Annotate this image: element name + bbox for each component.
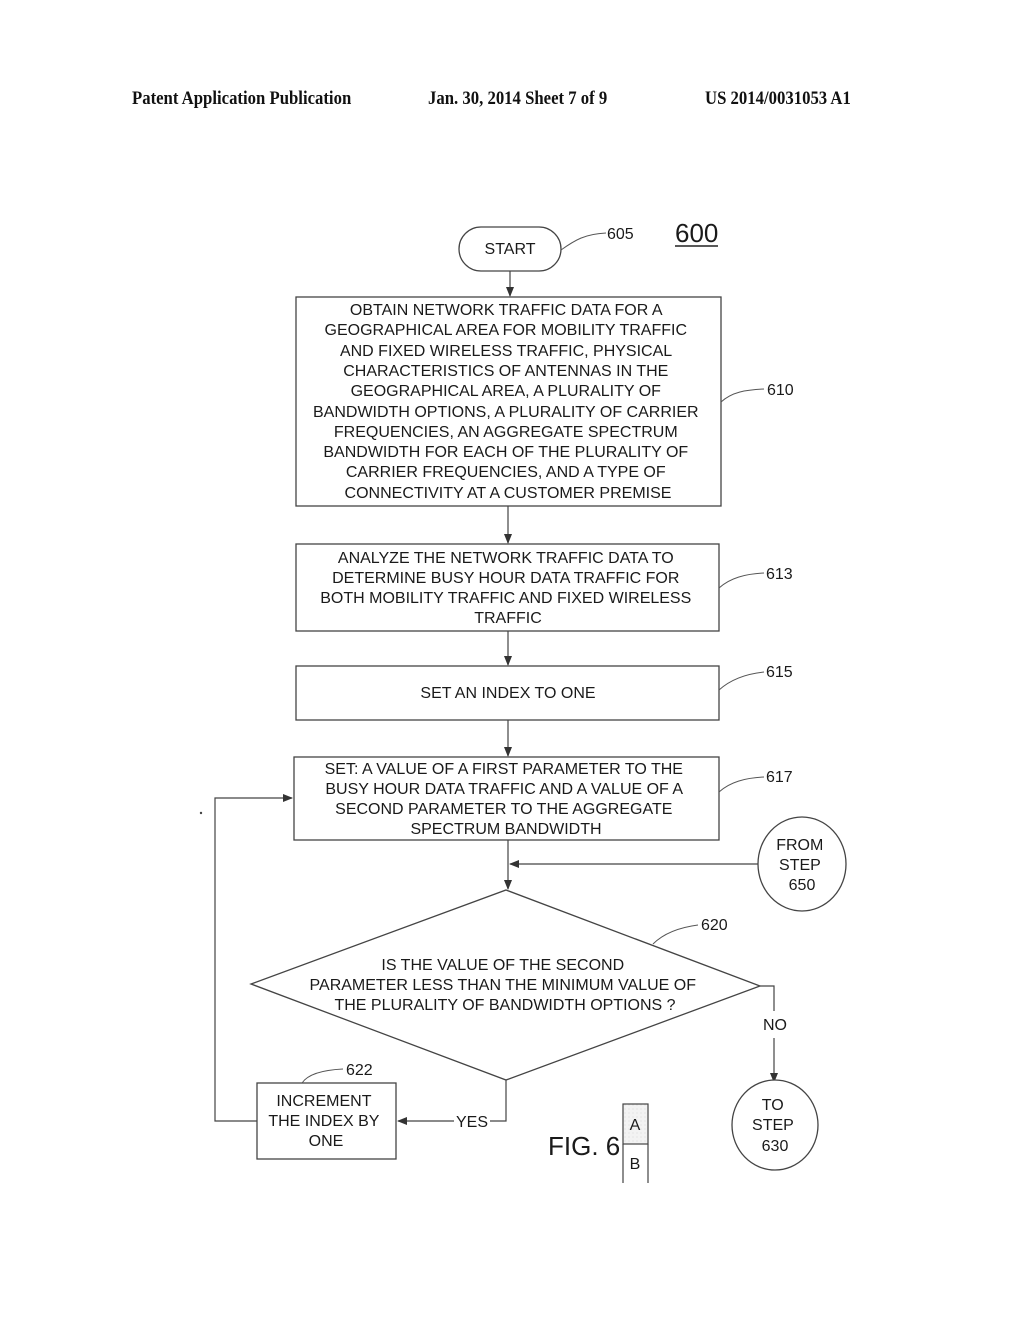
step-613-box: ANALYZE THE NETWORK TRAFFIC DATA TO DETE… (295, 543, 720, 632)
ref-622: 622 (346, 1062, 373, 1079)
step-615-text: SET AN INDEX TO ONE (420, 685, 595, 702)
no-label: NO (763, 1017, 787, 1034)
sheet-part-b: B (630, 1156, 641, 1173)
yes-branch-line (490, 1080, 507, 1122)
step-617-box: SET: A VALUE OF A FIRST PARAMETER TO THE… (293, 756, 720, 841)
step-622-box: INCREMENT THE INDEX BY ONE (256, 1082, 397, 1160)
stray-mark (199, 811, 203, 815)
ref-610: 610 (767, 382, 794, 399)
to-step-630-connector: TO STEP 630 (731, 1079, 819, 1171)
ref-613-leader (718, 572, 765, 589)
decision-620: IS THE VALUE OF THE SECOND PARAMETER LES… (249, 889, 762, 1081)
ref-617: 617 (766, 769, 793, 786)
step-615-box: SET AN INDEX TO ONE (295, 665, 720, 721)
ref-605: 605 (607, 226, 634, 243)
ref-620: 620 (701, 917, 728, 934)
yes-label: YES (456, 1114, 488, 1131)
from-step-650-connector: FROM STEP 650 (757, 816, 847, 912)
figure-number: 600 (675, 218, 718, 248)
flowchart: 600 START 605 OBTAIN NETWORK TRAFFIC DAT… (199, 218, 847, 1183)
figure-caption: FIG. 6 (548, 1131, 620, 1161)
sheet-index-key: A B (622, 1103, 649, 1183)
sheet-part-a: A (630, 1117, 641, 1134)
ref-615: 615 (766, 664, 793, 681)
ref-613: 613 (766, 566, 793, 583)
ref-617-leader (718, 776, 765, 793)
start-label: START (485, 241, 536, 258)
start-terminal: START (458, 226, 562, 272)
ref-622-leader (301, 1068, 344, 1084)
ref-615-leader (718, 671, 765, 691)
ref-620-leader (652, 924, 699, 945)
ref-605-leader (560, 232, 607, 251)
no-branch-line-top (760, 985, 775, 1011)
step-610-box: OBTAIN NETWORK TRAFFIC DATA FOR A GEOGRA… (295, 296, 722, 507)
ref-610-leader (720, 388, 765, 403)
arrow-loop-622-to-617 (214, 794, 293, 1122)
